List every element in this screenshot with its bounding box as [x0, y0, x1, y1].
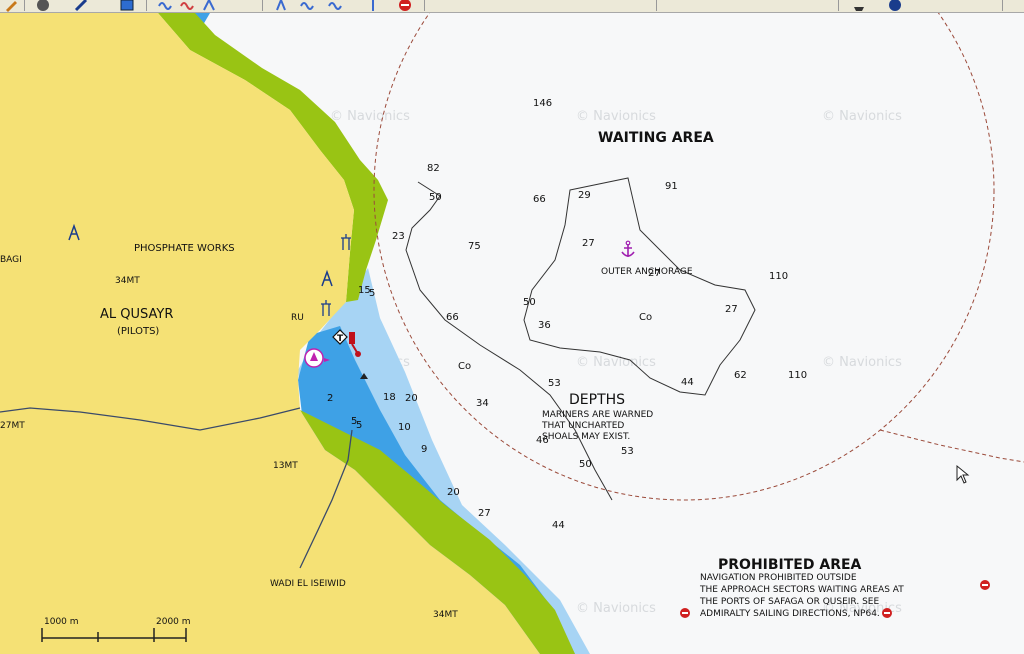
- prohibited-note: NAVIGATION PROHIBITED OUTSIDE: [700, 573, 857, 583]
- depth-sounding: 53: [621, 446, 634, 457]
- depth-sounding: 9: [421, 444, 427, 455]
- depth-sounding: 20: [447, 487, 460, 498]
- depth-sounding: 44: [552, 520, 565, 531]
- depths-note: MARINERS ARE WARNED: [542, 410, 653, 420]
- depth-sounding: 10: [398, 422, 411, 433]
- scale-right-label: 2000 m: [156, 617, 191, 627]
- depth-sounding: 27: [725, 304, 738, 315]
- depth-sounding: 5: [369, 288, 375, 299]
- toolbar-divider: [838, 0, 839, 11]
- works-label: PHOSPHATE WORKS: [134, 243, 235, 254]
- mast-label: 27MT: [0, 421, 25, 431]
- no-entry-icon: [680, 608, 690, 618]
- tide-icon[interactable]: [158, 0, 172, 11]
- depth-sounding: 53: [548, 378, 561, 389]
- mast-label: 13MT: [273, 461, 298, 471]
- watermark: © Navionics: [822, 355, 902, 370]
- depth-sounding: 75: [468, 241, 481, 252]
- depth-sounding: 62: [734, 370, 747, 381]
- depth-sounding: 20: [405, 393, 418, 404]
- depth-sounding: 34: [476, 398, 489, 409]
- wind-icon[interactable]: [202, 0, 216, 11]
- wave-icon[interactable]: [300, 0, 314, 11]
- toolbar-divider: [1002, 0, 1003, 11]
- depth-sounding: 91: [665, 181, 678, 192]
- watermark: © Navionics: [330, 109, 410, 124]
- mast-label: 34MT: [115, 276, 140, 286]
- mast-label: 34MT: [433, 610, 458, 620]
- svg-text:T: T: [337, 334, 344, 344]
- depth-sounding: 110: [788, 370, 807, 381]
- compass-icon[interactable]: [888, 0, 902, 11]
- pencil-icon[interactable]: [4, 0, 18, 12]
- watermark: © Navionics: [576, 355, 656, 370]
- layers-icon[interactable]: [120, 0, 134, 11]
- depth-sounding: 46: [536, 435, 549, 446]
- prohibited-title: PROHIBITED AREA: [718, 557, 862, 573]
- seabed-label: Co: [458, 361, 471, 372]
- prohibited-note: THE APPROACH SECTORS WAITING AREAS AT: [699, 585, 904, 595]
- marker-icon[interactable]: [366, 0, 380, 11]
- depth-sounding: 146: [533, 98, 552, 109]
- nautical-chart[interactable]: © Navionics © Navionics © Navionics © Na…: [0, 13, 1024, 654]
- scale-left-label: 1000 m: [44, 617, 79, 627]
- anchorage-label: OUTER ANCHORAGE: [601, 267, 693, 277]
- watermark: © Navionics: [576, 109, 656, 124]
- depth-sounding: 82: [427, 163, 440, 174]
- depth-sounding: 44: [681, 377, 694, 388]
- depth-sounding: 29: [578, 190, 591, 201]
- no-entry-icon: [980, 580, 990, 590]
- depth-sounding: 50: [579, 459, 592, 470]
- depth-sounding: 66: [533, 194, 546, 205]
- town-sublabel: (PILOTS): [117, 326, 159, 337]
- depths-title: DEPTHS: [569, 392, 625, 408]
- depth-sounding: 5: [356, 420, 362, 431]
- toolbar-divider: [656, 0, 657, 11]
- seabed-label: Co: [639, 312, 652, 323]
- town-label: AL QUSAYR: [100, 307, 173, 322]
- no-entry-icon[interactable]: [398, 0, 412, 11]
- prohibited-note: THE PORTS OF SAFAGA OR QUSEIR. SEE: [699, 597, 879, 607]
- depth-sounding: 23: [392, 231, 405, 242]
- watermark: © Navionics: [822, 109, 902, 124]
- watermark: © Navionics: [576, 601, 656, 616]
- chart-toolbar: [0, 0, 1024, 13]
- depth-sounding: 50: [523, 297, 536, 308]
- toolbar-divider: [424, 0, 425, 11]
- ru-label: RU: [291, 313, 304, 323]
- current-icon[interactable]: [180, 0, 194, 11]
- no-entry-icon: [882, 608, 892, 618]
- depth-sounding: 66: [446, 312, 459, 323]
- weather-icon[interactable]: [274, 0, 288, 11]
- waiting-area-title: WAITING AREA: [598, 130, 714, 146]
- depth-sounding: 18: [383, 392, 396, 403]
- toolbar-divider: [24, 0, 25, 11]
- prohibited-note: ADMIRALTY SAILING DIRECTIONS, NP64.: [700, 609, 880, 619]
- depth-sounding: 27: [478, 508, 491, 519]
- depth-sounding: 110: [769, 271, 788, 282]
- ship-icon[interactable]: [852, 0, 866, 11]
- depth-sounding: 36: [538, 320, 551, 331]
- wadi-label: WADI EL ISEIWID: [270, 579, 346, 589]
- toolbar-divider: [146, 0, 147, 11]
- depth-sounding: 50: [429, 192, 442, 203]
- depth-sounding: 27: [648, 268, 661, 279]
- depths-note: THAT UNCHARTED: [541, 421, 624, 431]
- globe-icon[interactable]: [36, 0, 50, 11]
- depth-sounding: 2: [327, 393, 333, 404]
- toolbar-divider: [262, 0, 263, 11]
- depth-sounding: 27: [582, 238, 595, 249]
- route-icon[interactable]: [74, 0, 88, 12]
- depths-note: SHOALS MAY EXIST.: [542, 432, 630, 442]
- swell-icon[interactable]: [328, 0, 342, 11]
- place-label: BAGI: [0, 255, 22, 265]
